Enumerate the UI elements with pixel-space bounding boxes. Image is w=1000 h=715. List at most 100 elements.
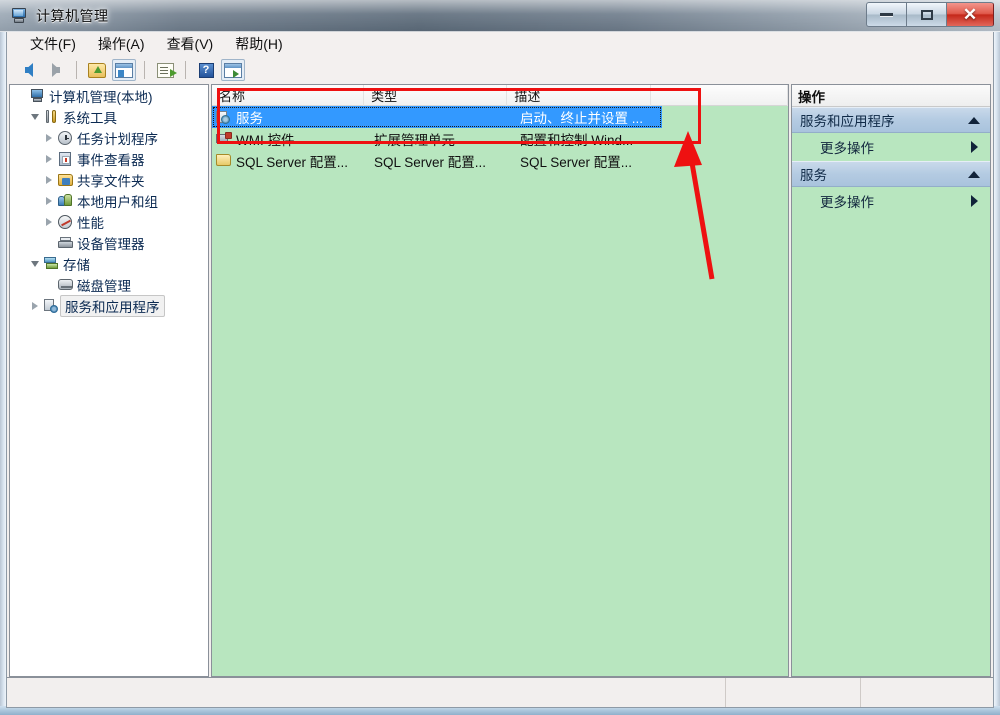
row-name-label: 服务: [236, 111, 263, 126]
menu-file[interactable]: 文件(F): [19, 32, 87, 56]
menu-action[interactable]: 操作(A): [87, 32, 156, 56]
title-bar[interactable]: 计算机管理 ✕: [0, 0, 1000, 32]
tree-item-7[interactable]: 设备管理器: [10, 232, 208, 253]
window-controls: ✕: [866, 2, 994, 27]
export-list-button[interactable]: [153, 59, 177, 81]
list-rows: 服务 启动、终止并设置 ... WMI 控件 扩展管理单元 配置和控制 Wind... S…: [212, 106, 788, 172]
actions-group-label: 服务和应用程序: [800, 114, 895, 129]
tree-item-10[interactable]: 服务和应用程序: [10, 294, 208, 317]
column-header-3[interactable]: [651, 85, 788, 106]
tree-item-6[interactable]: 性能: [10, 211, 208, 232]
export-list-icon: [156, 62, 177, 78]
status-bar-cell-3: [861, 678, 993, 707]
toolbar-separator: [76, 61, 77, 79]
actions-pane[interactable]: 操作 服务和应用程序 更多操作 服务 更多操作: [791, 84, 991, 677]
actions-item-more-actions[interactable]: 更多操作: [792, 133, 990, 161]
toolbar: ?: [7, 56, 993, 84]
chevron-up-icon[interactable]: [968, 116, 980, 124]
close-icon: ✕: [962, 5, 978, 24]
wmi-control-icon: [216, 131, 232, 145]
tree-item-icon: [56, 173, 74, 186]
sql-folder-icon: [216, 153, 231, 166]
twisty-collapsed-icon[interactable]: [42, 175, 56, 184]
forward-arrow-icon: [52, 63, 60, 77]
back-arrow-icon: [25, 63, 33, 77]
show-hide-action-pane-icon: [224, 62, 242, 78]
tree-item-3[interactable]: 事件查看器: [10, 148, 208, 169]
tree-item-icon: [42, 257, 60, 270]
twisty-collapsed-icon[interactable]: [42, 217, 56, 226]
actions-item-more-actions[interactable]: 更多操作: [792, 187, 990, 215]
tree-item-label: 磁盘管理: [77, 278, 131, 294]
minimize-icon: [880, 13, 893, 16]
chevron-up-icon[interactable]: [968, 170, 980, 178]
event-log-icon: [59, 151, 71, 166]
tree-item-8[interactable]: 存储: [10, 253, 208, 274]
maximize-button[interactable]: [906, 2, 946, 27]
tree-item-label: 本地用户和组: [77, 194, 158, 210]
actions-item-label: 更多操作: [820, 195, 874, 210]
twisty-expanded-icon[interactable]: [28, 113, 42, 120]
tree-item-label: 共享文件夹: [77, 173, 145, 189]
tree-item-label: 存储: [63, 257, 90, 273]
status-bar-main: [7, 678, 726, 707]
twisty-collapsed-icon[interactable]: [42, 133, 56, 142]
console-tree-pane[interactable]: 计算机管理(本地) 系统工具 任务计划程序 事件查看器共享文件夹本地用户和组 性能 设备管…: [9, 84, 209, 677]
help-button[interactable]: ?: [194, 59, 218, 81]
list-view-pane[interactable]: 名称 类型 描述 服务 启动、终止并设置 ... WMI 控件 扩展管理单元 配置和控制 W…: [211, 84, 789, 677]
tree-item-0[interactable]: 计算机管理(本地): [10, 85, 208, 106]
twisty-collapsed-icon[interactable]: [42, 154, 56, 163]
column-header-1[interactable]: 类型: [364, 85, 508, 106]
twisty-collapsed-icon[interactable]: [42, 196, 56, 205]
menu-help[interactable]: 帮助(H): [224, 32, 293, 56]
column-header-2[interactable]: 描述: [507, 85, 651, 106]
tree-item-icon: [56, 130, 74, 145]
tree-item-label: 系统工具: [63, 110, 117, 126]
column-header-label: 描述: [514, 89, 541, 104]
cell-description: 启动、终止并设置 ...: [520, 111, 644, 126]
computer-management-window: 计算机管理 ✕ 文件(F) 操作(A) 查看(V) 帮助(H) ? 计算机管理(…: [0, 0, 1000, 715]
tree-item-icon: [42, 109, 60, 124]
annotation-arrow-icon: [674, 131, 715, 280]
minimize-button[interactable]: [866, 2, 906, 27]
menu-view[interactable]: 查看(V): [156, 32, 225, 56]
back-button[interactable]: [17, 59, 41, 81]
tree-item-icon: [56, 194, 74, 207]
actions-group-header-0[interactable]: 服务和应用程序: [792, 107, 990, 133]
table-row[interactable]: SQL Server 配置... SQL Server 配置... SQL Serv…: [212, 150, 788, 172]
row-icon: [216, 153, 232, 169]
show-hide-console-tree-button[interactable]: [112, 59, 136, 81]
table-row[interactable]: WMI 控件 扩展管理单元 配置和控制 Wind...: [212, 128, 788, 150]
panes-container: 计算机管理(本地) 系统工具 任务计划程序 事件查看器共享文件夹本地用户和组 性能 设备管…: [7, 84, 993, 677]
column-header-label: 名称: [219, 89, 246, 104]
show-hide-console-tree-icon: [115, 62, 133, 78]
tree-item-2[interactable]: 任务计划程序: [10, 127, 208, 148]
up-one-level-button[interactable]: [85, 59, 109, 81]
close-button[interactable]: ✕: [946, 2, 994, 27]
chevron-right-icon: [971, 195, 978, 207]
tree-item-4[interactable]: 共享文件夹: [10, 169, 208, 190]
computer-management-icon: [10, 7, 28, 25]
show-hide-action-pane-button[interactable]: [221, 59, 245, 81]
actions-item-label: 更多操作: [820, 141, 874, 156]
cell-name: WMI 控件: [212, 129, 367, 149]
maximize-icon: [920, 9, 933, 20]
cell-type: SQL Server 配置...: [374, 155, 487, 170]
cell-description: 配置和控制 Wind...: [520, 133, 634, 148]
tree-item-5[interactable]: 本地用户和组: [10, 190, 208, 211]
actions-group-header-1[interactable]: 服务: [792, 161, 990, 187]
forward-button[interactable]: [44, 59, 68, 81]
device-manager-icon: [57, 236, 73, 249]
table-row[interactable]: 服务 启动、终止并设置 ...: [212, 106, 662, 128]
tree-item-icon: [56, 236, 74, 249]
tree-item-9[interactable]: 磁盘管理: [10, 274, 208, 295]
twisty-expanded-icon[interactable]: [28, 260, 42, 267]
tree-item-label: 计算机管理(本地): [49, 89, 153, 105]
window-glass-right: [994, 32, 1000, 708]
tree-item-1[interactable]: 系统工具: [10, 106, 208, 127]
column-header-0[interactable]: 名称: [212, 85, 365, 106]
twisty-collapsed-icon[interactable]: [28, 301, 42, 310]
row-icon: [216, 131, 232, 147]
column-header-label: 类型: [371, 89, 398, 104]
help-icon: ?: [198, 62, 214, 78]
